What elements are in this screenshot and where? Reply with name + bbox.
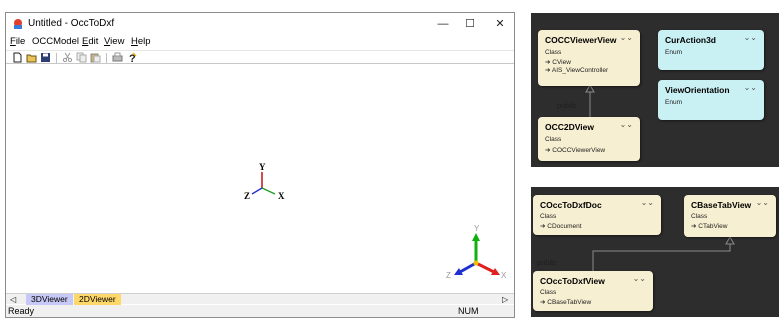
base-class: ➔ COCCViewerView [545,147,606,154]
base-class: ➔ CDocument [540,223,582,230]
maximize-button[interactable]: ☐ [458,15,482,33]
open-folder-icon[interactable] [26,52,37,63]
toolbar: ? [6,50,514,64]
class-box-coccviewerview[interactable]: COCCViewerView ⌄⌄ Class ➔ CView ➔ AIS_Vi… [538,30,640,86]
window-title: Untitled - OccToDxf [28,18,115,29]
menu-occmodel[interactable]: OCCModel [32,36,79,47]
view-tab-bar: ◁ 3DViewer 2DViewer ▷ [6,293,514,305]
class-diagram-bottom: public COccToDxfDoc ⌄⌄ Class ➔ CDocument… [531,187,779,317]
base-class: ➔ CTabView [691,223,728,230]
paste-icon[interactable] [90,52,101,63]
base-class: ➔ CView [545,59,571,66]
center-x-label: X [278,191,285,201]
cut-icon[interactable] [62,52,73,63]
help-icon[interactable]: ? [127,52,138,63]
tab-scroll-left-button[interactable]: ◁ [10,294,16,305]
expand-chevron-icon[interactable]: ⌄⌄ [756,198,769,207]
class-kind: Class [540,289,557,296]
menu-view[interactable]: View [104,36,124,47]
expand-chevron-icon[interactable]: ⌄⌄ [620,120,633,129]
class-name: COccToDxfDoc [540,200,602,210]
corner-z-label: Z [446,271,451,280]
toolbar-separator [106,53,107,63]
enum-name: ViewOrientation [665,85,730,95]
expand-chevron-icon[interactable]: ⌄⌄ [633,274,646,283]
center-triedron: Y Z X [244,162,285,201]
class-box-coccstodxfdoc[interactable]: COccToDxfDoc ⌄⌄ Class ➔ CDocument [533,195,661,235]
app-window: Untitled - OccToDxf — ☐ ✕ File OCCModel … [5,12,515,318]
tab-scroll-right-button[interactable]: ▷ [502,294,508,305]
copy-icon[interactable] [76,52,87,63]
status-bar: Ready NUM [6,305,514,317]
class-box-occ2dview[interactable]: OCC2DView ⌄⌄ Class ➔ COCCViewerView [538,117,640,161]
expand-chevron-icon[interactable]: ⌄⌄ [620,33,633,42]
app-icon [14,19,22,29]
class-name: CBaseTabView [691,200,752,210]
class-box-coccstodxfview[interactable]: COccToDxfView ⌄⌄ Class ➔ CBaseTabView [533,271,653,311]
menu-edit[interactable]: Edit [82,36,98,47]
class-kind: Class [545,136,562,143]
viewer-area[interactable]: Y Z X Y Z X [6,65,514,292]
class-box-cbasetabview[interactable]: CBaseTabView ⌄⌄ Class ➔ CTabView [684,195,776,237]
class-name: COCCViewerView [545,35,617,45]
enum-name: CurAction3d [665,35,716,45]
corner-axis-z [459,261,477,274]
status-num: NUM [458,306,479,316]
class-kind: Class [545,49,562,56]
center-axis-x [261,187,276,195]
menu-bar: File OCCModel Edit View Help [6,36,514,49]
center-y-label: Y [259,162,266,172]
base-class: ➔ CBaseTabView [540,299,592,306]
status-text: Ready [8,306,35,316]
tab-2dviewer[interactable]: 2DViewer [74,294,121,305]
class-kind: Class [540,213,557,220]
enum-box-curaction3d[interactable]: CurAction3d ⌄⌄ Enum [658,30,764,70]
corner-axis-y-arrow [472,233,480,241]
menu-help[interactable]: Help [131,36,151,47]
print-icon[interactable] [112,52,123,63]
class-name: OCC2DView [545,122,594,132]
title-bar: Untitled - OccToDxf — ☐ ✕ [6,13,514,35]
corner-triedron-origin [473,260,479,266]
menu-file[interactable]: File [10,36,25,47]
base-class: ➔ AIS_ViewController [545,67,609,74]
close-button[interactable]: ✕ [488,15,512,33]
center-axis-z [251,187,263,195]
corner-y-label: Y [474,224,480,233]
expand-chevron-icon[interactable]: ⌄⌄ [744,83,757,92]
new-document-icon[interactable] [12,52,23,63]
expand-chevron-icon[interactable]: ⌄⌄ [641,198,654,207]
enum-kind: Enum [665,99,682,106]
expand-chevron-icon[interactable]: ⌄⌄ [744,33,757,42]
class-diagram-top: public COCCViewerView ⌄⌄ Class ➔ CView ➔… [531,13,779,167]
enum-kind: Enum [665,49,682,56]
corner-axis-x [475,261,495,274]
corner-x-label: X [501,271,507,280]
center-z-label: Z [244,191,250,201]
corner-triedron: Y Z X [446,224,507,280]
save-icon[interactable] [40,52,51,63]
relation-label: public [557,101,577,110]
enum-box-vieworientation[interactable]: ViewOrientation ⌄⌄ Enum [658,80,764,120]
class-kind: Class [691,213,708,220]
class-name: COccToDxfView [540,276,605,286]
tab-3dviewer[interactable]: 3DViewer [26,294,73,305]
relation-label: public [537,258,557,267]
minimize-button[interactable]: — [431,15,455,33]
toolbar-separator [56,53,57,63]
